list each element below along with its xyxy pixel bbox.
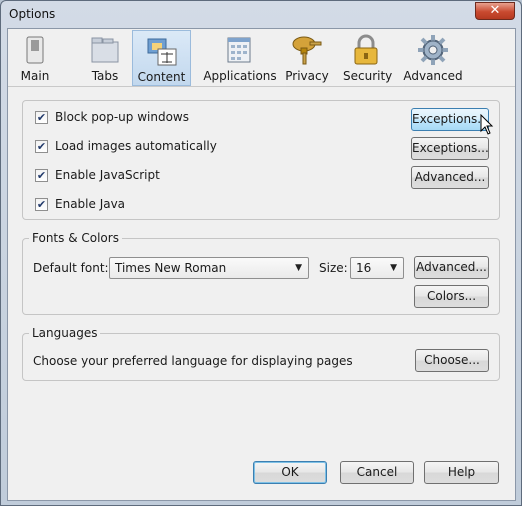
- cancel-button[interactable]: Cancel: [340, 461, 414, 484]
- chevron-down-icon: ▼: [295, 263, 302, 273]
- help-button[interactable]: Help: [424, 461, 499, 484]
- content-options-group: ✔ Block pop-up windows ✔ Load images aut…: [22, 100, 500, 220]
- default-font-value: Times New Roman: [115, 261, 227, 275]
- tab-label: Content: [137, 70, 186, 84]
- applications-icon: [227, 37, 251, 63]
- font-size-select[interactable]: 16 ▼: [350, 257, 404, 279]
- tab-label: Advanced: [403, 69, 463, 83]
- fonts-colors-group: Fonts & Colors Default font: Times New R…: [22, 231, 500, 315]
- fonts-colors-legend: Fonts & Colors: [29, 231, 122, 245]
- block-popups-checkbox[interactable]: ✔: [35, 111, 48, 124]
- tab-advanced[interactable]: Advanced: [400, 30, 466, 86]
- options-window: Options ✕ Main Tabs Content Applications…: [0, 0, 522, 506]
- tab-applications[interactable]: Applications: [200, 30, 280, 86]
- tab-label: Applications: [203, 69, 277, 83]
- enable-java-option[interactable]: ✔ Enable Java: [35, 197, 335, 213]
- title-bar[interactable]: Options ✕: [1, 1, 521, 28]
- chevron-down-icon: ▼: [390, 263, 397, 273]
- images-exceptions-button[interactable]: Exceptions...: [411, 137, 489, 160]
- javascript-advanced-button[interactable]: Advanced...: [411, 166, 489, 189]
- padlock-icon: [354, 34, 378, 65]
- tab-privacy[interactable]: Privacy: [284, 30, 330, 86]
- enable-javascript-option[interactable]: ✔ Enable JavaScript: [35, 168, 335, 184]
- content-page-icon: [147, 38, 176, 66]
- tab-security[interactable]: Security: [343, 30, 393, 86]
- load-images-option[interactable]: ✔ Load images automatically: [35, 139, 335, 155]
- ok-button[interactable]: OK: [253, 461, 327, 484]
- tab-content[interactable]: Content: [132, 30, 191, 86]
- tab-label: Main: [20, 69, 50, 83]
- default-font-select[interactable]: Times New Roman ▼: [109, 257, 309, 279]
- block-popups-label: Block pop-up windows: [55, 110, 189, 124]
- size-label: Size:: [319, 261, 348, 275]
- close-button[interactable]: ✕: [475, 2, 515, 20]
- fonts-advanced-button[interactable]: Advanced...: [414, 256, 489, 279]
- window-title: Options: [9, 7, 56, 21]
- enable-java-label: Enable Java: [55, 197, 126, 211]
- tab-label: Privacy: [285, 69, 329, 83]
- font-size-value: 16: [356, 261, 372, 275]
- load-images-checkbox[interactable]: ✔: [35, 140, 48, 153]
- popup-exceptions-button[interactable]: Exceptions...: [411, 108, 489, 131]
- default-font-label: Default font:: [33, 261, 109, 275]
- tab-tabs[interactable]: Tabs: [82, 30, 128, 86]
- enable-java-checkbox[interactable]: ✔: [35, 198, 48, 211]
- choose-language-button[interactable]: Choose...: [415, 349, 489, 372]
- folder-tabs-icon: [91, 37, 119, 63]
- block-popups-option[interactable]: ✔ Block pop-up windows: [35, 110, 335, 126]
- tab-label: Security: [343, 69, 393, 83]
- languages-description: Choose your preferred language for displ…: [33, 354, 353, 368]
- category-toolbar: Main Tabs Content Applications Privacy S…: [8, 29, 515, 87]
- languages-legend: Languages: [29, 326, 101, 340]
- tab-main[interactable]: Main: [12, 30, 58, 86]
- dialog-client-area: Main Tabs Content Applications Privacy S…: [7, 28, 516, 501]
- enable-javascript-label: Enable JavaScript: [55, 168, 160, 182]
- mouse-pointer-icon: [480, 114, 494, 135]
- gear-icon: [418, 35, 448, 65]
- languages-group: Languages Choose your preferred language…: [22, 326, 500, 381]
- load-images-label: Load images automatically: [55, 139, 217, 153]
- tab-label: Tabs: [91, 69, 119, 83]
- key-mask-icon: [292, 36, 322, 65]
- switch-icon: [26, 36, 44, 64]
- colors-button[interactable]: Colors...: [414, 285, 489, 308]
- close-icon: ✕: [489, 3, 501, 18]
- enable-javascript-checkbox[interactable]: ✔: [35, 169, 48, 182]
